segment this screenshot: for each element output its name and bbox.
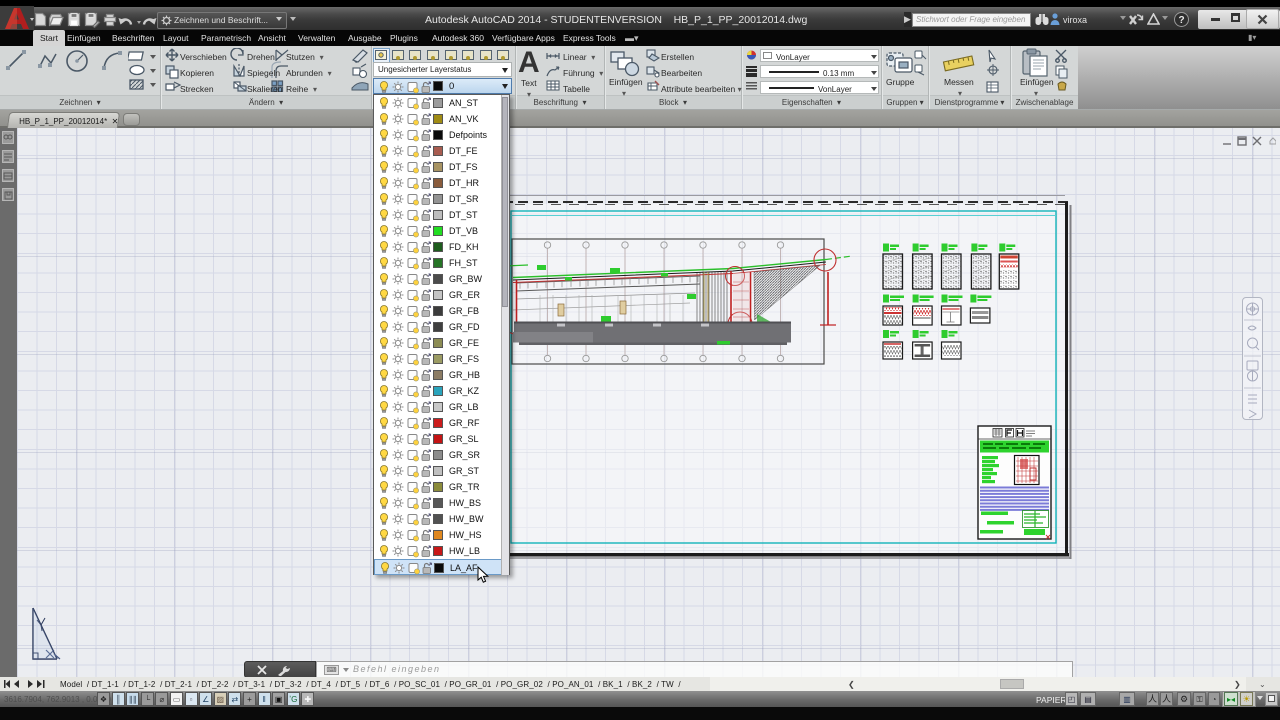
svg-text:?: ? xyxy=(1178,15,1184,26)
